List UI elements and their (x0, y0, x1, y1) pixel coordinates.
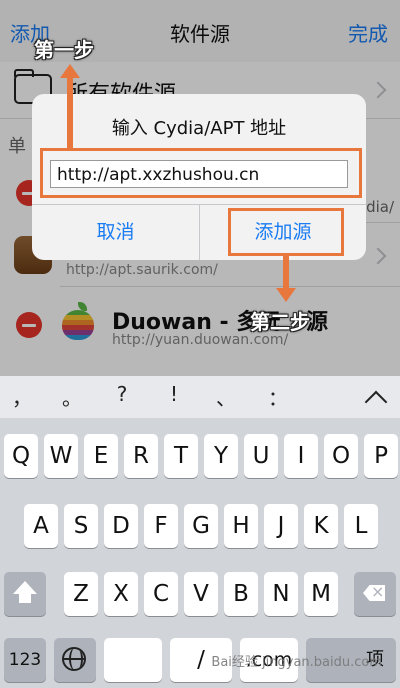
globe-icon (62, 647, 86, 671)
key-x[interactable]: X (104, 572, 138, 616)
key-g[interactable]: G (184, 504, 218, 548)
key-w[interactable]: W (44, 434, 78, 478)
highlight-url-field (40, 148, 362, 198)
key-m[interactable]: M (304, 572, 338, 616)
highlight-add-button (228, 208, 344, 256)
key-a[interactable]: A (24, 504, 58, 548)
suggestion-key[interactable]: 、 (206, 382, 246, 411)
arrow-shaft (67, 77, 73, 149)
dialog-title: 输入 Cydia/APT 地址 (111, 118, 287, 139)
suggestion-key[interactable]: ! (154, 382, 194, 406)
key-e[interactable]: E (84, 434, 118, 478)
chevron-up-icon[interactable] (364, 390, 388, 414)
cancel-button[interactable]: 取消 (32, 205, 199, 260)
key-f[interactable]: F (144, 504, 178, 548)
suggestion-key[interactable]: ? (102, 382, 142, 406)
key-n[interactable]: N (264, 572, 298, 616)
key-b[interactable]: B (224, 572, 258, 616)
globe-key[interactable] (54, 638, 96, 682)
suggestion-key[interactable]: 。 (52, 382, 92, 411)
backspace-icon (363, 585, 385, 601)
key-v[interactable]: V (184, 572, 218, 616)
watermark: Bai经验 jingyan.baidu.com (211, 655, 382, 670)
key-space-placeholder[interactable] (104, 638, 162, 682)
key-q[interactable]: Q (4, 434, 38, 478)
shift-key[interactable] (4, 572, 46, 616)
key-i[interactable]: I (284, 434, 318, 478)
step2-label: 第二步 (250, 310, 310, 334)
keyboard: ， 。 ? ! 、 ： Q W E R T Y U I O P A S D F … (0, 376, 400, 688)
arrow-shaft (283, 256, 289, 290)
key-c[interactable]: C (144, 572, 178, 616)
numbers-key[interactable]: 123 (4, 638, 46, 682)
key-j[interactable]: J (264, 504, 298, 548)
key-h[interactable]: H (224, 504, 258, 548)
arrow-down-icon (276, 288, 296, 302)
suggestion-key[interactable]: ： (258, 382, 298, 411)
key-r[interactable]: R (124, 434, 158, 478)
key-d[interactable]: D (104, 504, 138, 548)
key-y[interactable]: Y (204, 434, 238, 478)
key-t[interactable]: T (164, 434, 198, 478)
key-z[interactable]: Z (64, 572, 98, 616)
key-o[interactable]: O (324, 434, 358, 478)
step1-label: 第一步 (34, 38, 94, 62)
arrow-up-icon (60, 64, 80, 78)
key-s[interactable]: S (64, 504, 98, 548)
key-u[interactable]: U (244, 434, 278, 478)
key-l[interactable]: L (344, 504, 378, 548)
shift-icon (13, 581, 37, 603)
key-k[interactable]: K (304, 504, 338, 548)
key-p[interactable]: P (364, 434, 398, 478)
backspace-key[interactable] (354, 572, 396, 616)
suggestion-bar: ， 。 ? ! 、 ： (0, 376, 400, 418)
suggestion-key[interactable]: ， (2, 382, 42, 411)
